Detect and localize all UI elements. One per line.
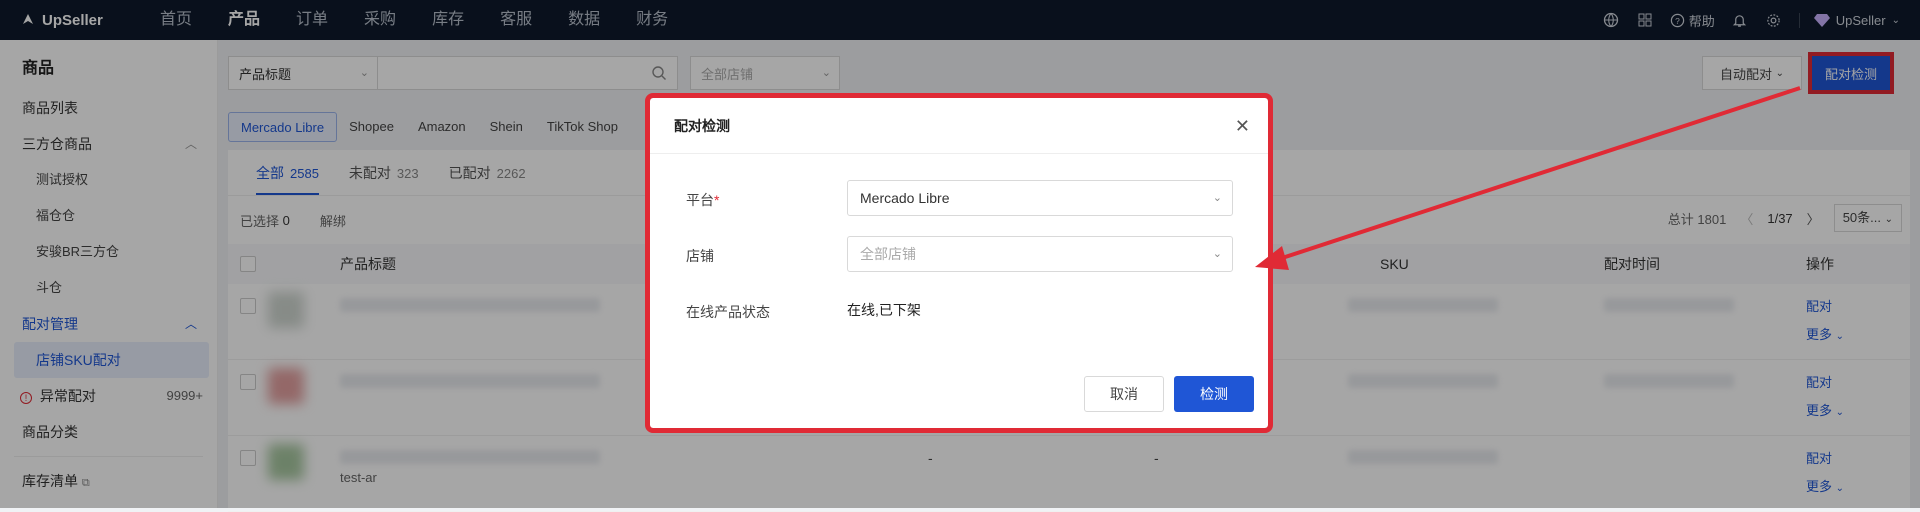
status-value: 在线,已下架: [847, 302, 921, 318]
dialog-title: 配对检测: [674, 117, 730, 134]
store-select-placeholder: 全部店铺: [860, 246, 916, 262]
match-detect-dialog: 配对检测 ✕ 平台* Mercado Libre ⌄ 店铺 全部店铺 ⌄ 在线产品状…: [645, 93, 1273, 433]
platform-select[interactable]: Mercado Libre ⌄: [847, 180, 1233, 216]
platform-select-value: Mercado Libre: [860, 190, 950, 206]
close-icon[interactable]: ✕: [1235, 116, 1250, 137]
dialog-header: 配对检测 ✕: [650, 98, 1268, 154]
store-select[interactable]: 全部店铺 ⌄: [847, 236, 1233, 272]
cancel-button[interactable]: 取消: [1084, 376, 1164, 412]
detect-confirm-button[interactable]: 检测: [1174, 376, 1254, 412]
chevron-down-icon: ⌄: [1212, 192, 1222, 204]
platform-label: 平台*: [686, 190, 719, 210]
required-mark: *: [714, 192, 720, 208]
chevron-down-icon: ⌄: [1212, 248, 1222, 260]
store-label: 店铺: [686, 248, 714, 264]
status-label: 在线产品状态: [686, 304, 770, 320]
platform-label-text: 平台: [686, 192, 714, 208]
